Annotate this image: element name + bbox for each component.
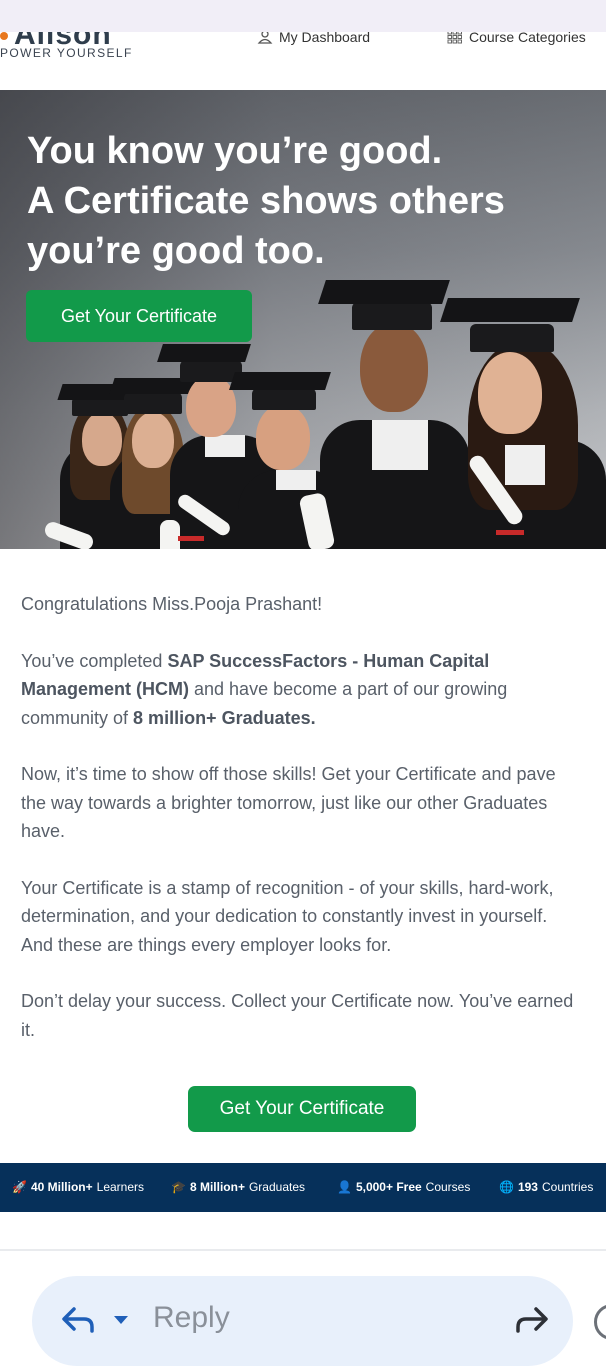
stats-bar: 🚀 40 Million+ Learners 🎓 8 Million+ Grad… — [0, 1163, 606, 1212]
stat-learners: 🚀 40 Million+ Learners — [12, 1180, 145, 1194]
emoji-reaction-icon[interactable] — [594, 1304, 606, 1340]
globe-icon: 🌐 — [499, 1180, 514, 1194]
hero-banner: You know you’re good. A Certificate show… — [0, 90, 606, 549]
nav-categories-label: Course Categories — [469, 32, 586, 45]
stat-courses: 👤 5,000+ Free Courses — [337, 1180, 471, 1194]
greeting: Congratulations Miss.Pooja Prashant! — [21, 594, 323, 614]
paragraph-dont-delay: Don’t delay your success. Collect your C… — [21, 991, 574, 1040]
email-header: Alison POWER YOURSELF My Dashboard Cours… — [0, 32, 606, 90]
status-strip — [0, 0, 606, 32]
paragraph-completion: You’ve completed SAP SuccessFactors - Hu… — [21, 650, 508, 728]
stat-countries: 🌐 193 Countries — [499, 1180, 594, 1194]
nav-my-dashboard[interactable]: My Dashboard — [257, 32, 370, 45]
nav-dashboard-label: My Dashboard — [279, 32, 371, 45]
get-certificate-button-hero[interactable]: Get Your Certificate — [26, 290, 252, 342]
grid-icon — [447, 32, 462, 44]
hero-title-line3: you’re good too. — [27, 230, 325, 272]
chevron-down-icon[interactable] — [112, 1314, 130, 1326]
logo-tagline: POWER YOURSELF — [0, 46, 133, 60]
person-icon: 👤 — [337, 1180, 352, 1194]
stat-graduates: 🎓 8 Million+ Graduates — [171, 1180, 306, 1194]
rocket-icon: 🚀 — [12, 1180, 27, 1194]
paragraph-recognition: Your Certificate is a stamp of recogniti… — [21, 877, 554, 955]
logo-dot-icon — [0, 32, 8, 41]
graduates-count: 8 million+ Graduates. — [133, 707, 316, 728]
reply-arrow-icon[interactable] — [60, 1305, 96, 1335]
forward-arrow-icon[interactable] — [514, 1305, 550, 1335]
nav-course-categories[interactable]: Course Categories — [447, 32, 586, 45]
divider — [0, 1249, 606, 1251]
hero-title-line2: A Certificate shows others — [27, 180, 505, 222]
paragraph-show-off: Now, it’s time to show off those skills!… — [21, 764, 556, 841]
hero-title: You know you’re good. A Certificate show… — [27, 126, 587, 276]
get-certificate-button[interactable]: Get Your Certificate — [188, 1086, 416, 1132]
hero-title-line1: You know you’re good. — [27, 130, 443, 172]
reply-label[interactable]: Reply — [153, 1301, 230, 1335]
graduation-cap-icon: 🎓 — [171, 1180, 186, 1194]
dashboard-person-icon — [257, 32, 273, 44]
email-body: Congratulations Miss.Pooja Prashant! You… — [21, 590, 583, 1072]
